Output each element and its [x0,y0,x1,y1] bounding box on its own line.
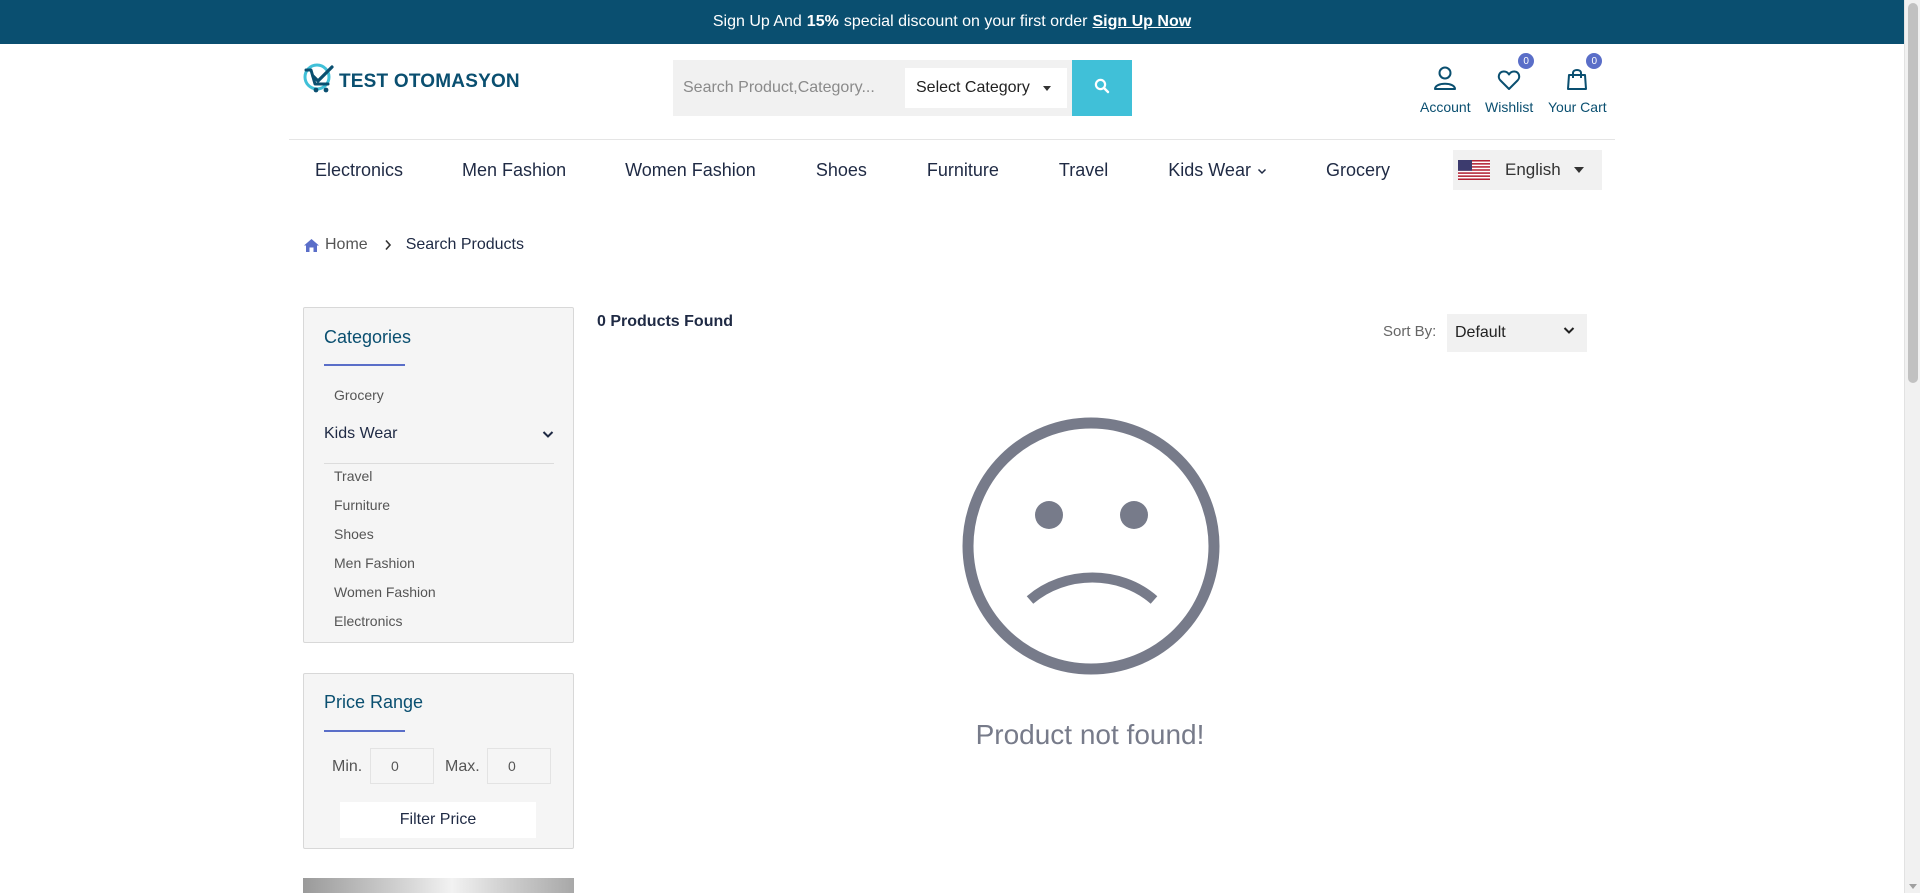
scrollbar-thumb[interactable] [1908,3,1918,383]
category-link-men-fashion[interactable]: Men Fashion [334,555,415,571]
products-count-number: 0 [597,313,606,330]
empty-state-message: Product not found! [975,719,1205,750]
kids-wear-divider [324,463,554,464]
category-link-women-fashion[interactable]: Women Fashion [334,584,436,600]
nav-item-kids-wear-label: Kids Wear [1168,160,1251,180]
categories-title: Categories [324,327,412,347]
language-label: English [1505,160,1561,179]
category-link-electronics[interactable]: Electronics [334,613,402,629]
max-price-label: Max. [445,758,480,775]
nav-item-furniture[interactable]: Furniture [927,160,999,181]
cart-count-badge: 0 [1586,53,1603,69]
category-link-travel[interactable]: Travel [334,468,372,484]
breadcrumb-current: Search Products [405,236,524,253]
category-link-grocery[interactable]: Grocery [334,387,384,403]
site-logo[interactable]: TEST OTOMASYON [302,62,520,101]
nav-item-women-fashion[interactable]: Women Fashion [625,160,756,181]
caret-down-icon [1574,167,1584,173]
nav-item-kids-wear[interactable]: Kids Wear [1168,160,1267,181]
cart-label: Your Cart [1548,99,1607,115]
nav-item-electronics[interactable]: Electronics [315,160,403,181]
heart-icon [1497,69,1521,94]
breadcrumb: Home Search Products [303,236,524,254]
category-link-shoes[interactable]: Shoes [334,526,374,542]
products-count-label: Products Found [610,313,734,330]
chevron-down-icon [1563,326,1575,335]
user-icon [1433,65,1457,94]
search-bar: Select Category [673,60,1132,116]
logo-cart-check-icon [302,62,336,101]
promo-text-before: Sign Up And [712,13,802,30]
header-divider [289,139,1615,140]
language-select[interactable]: English [1453,150,1602,190]
account-link[interactable]: Account [1420,64,1471,115]
search-button[interactable] [1072,60,1132,116]
min-price-label: Min. [332,758,363,775]
sort-select-value: Default [1455,324,1506,341]
logo-text: TEST OTOMASYON [339,70,520,92]
cart-link[interactable]: 0 Your Cart [1548,53,1607,115]
nav-item-travel[interactable]: Travel [1059,160,1108,181]
price-range-title: Price Range [324,692,424,712]
filter-price-button[interactable]: Filter Price [340,802,536,838]
breadcrumb-home-link[interactable]: Home [325,236,368,254]
search-input[interactable] [673,60,898,116]
chevron-down-icon [1257,167,1267,175]
category-toggle-kids-wear[interactable]: Kids Wear [324,425,554,443]
products-found-count: 0 Products Found [597,313,733,331]
wishlist-count-badge: 0 [1518,53,1535,69]
price-range-title-underline [324,730,405,732]
us-flag-icon [1458,160,1490,180]
sort-select[interactable]: Default [1447,314,1587,352]
promo-text-after: special discount on your first order [843,13,1088,30]
nav-item-men-fashion[interactable]: Men Fashion [462,160,566,181]
promo-discount: 15% [806,13,839,30]
sort-by-label: Sort By: [1383,323,1437,340]
category-kids-wear-label: Kids Wear [324,425,398,442]
min-price-input[interactable] [370,748,434,784]
signup-link[interactable]: Sign Up Now [1093,13,1192,31]
chevron-right-icon [384,239,392,251]
wishlist-label: Wishlist [1485,99,1534,115]
main-navigation: Electronics Men Fashion Women Fashion Sh… [315,160,1390,181]
categories-title-underline [324,364,405,366]
vertical-scrollbar[interactable] [1904,0,1920,893]
chevron-down-icon [542,430,554,439]
nav-item-shoes[interactable]: Shoes [816,160,867,181]
sad-face-icon [960,415,1222,682]
home-icon [303,238,320,253]
category-select[interactable]: Select Category [905,68,1067,108]
shopping-bag-icon [1565,67,1589,94]
scroll-down-arrow[interactable] [1909,884,1917,889]
category-link-furniture[interactable]: Furniture [334,497,390,513]
account-label: Account [1420,99,1471,115]
wishlist-link[interactable]: 0 Wishlist [1485,53,1535,115]
sidebar-banner-image[interactable] [303,878,574,893]
categories-panel: Categories Grocery Kids Wear Travel Furn… [303,307,574,643]
search-icon [1094,78,1110,99]
category-select-label: Select Category [916,79,1030,96]
promo-banner: Sign Up And 15% special discount on your… [0,0,1904,44]
caret-down-icon [1043,86,1051,91]
price-range-panel: Price Range Min. Max. Filter Price [303,673,574,849]
nav-item-grocery[interactable]: Grocery [1326,160,1390,181]
max-price-input[interactable] [487,748,551,784]
